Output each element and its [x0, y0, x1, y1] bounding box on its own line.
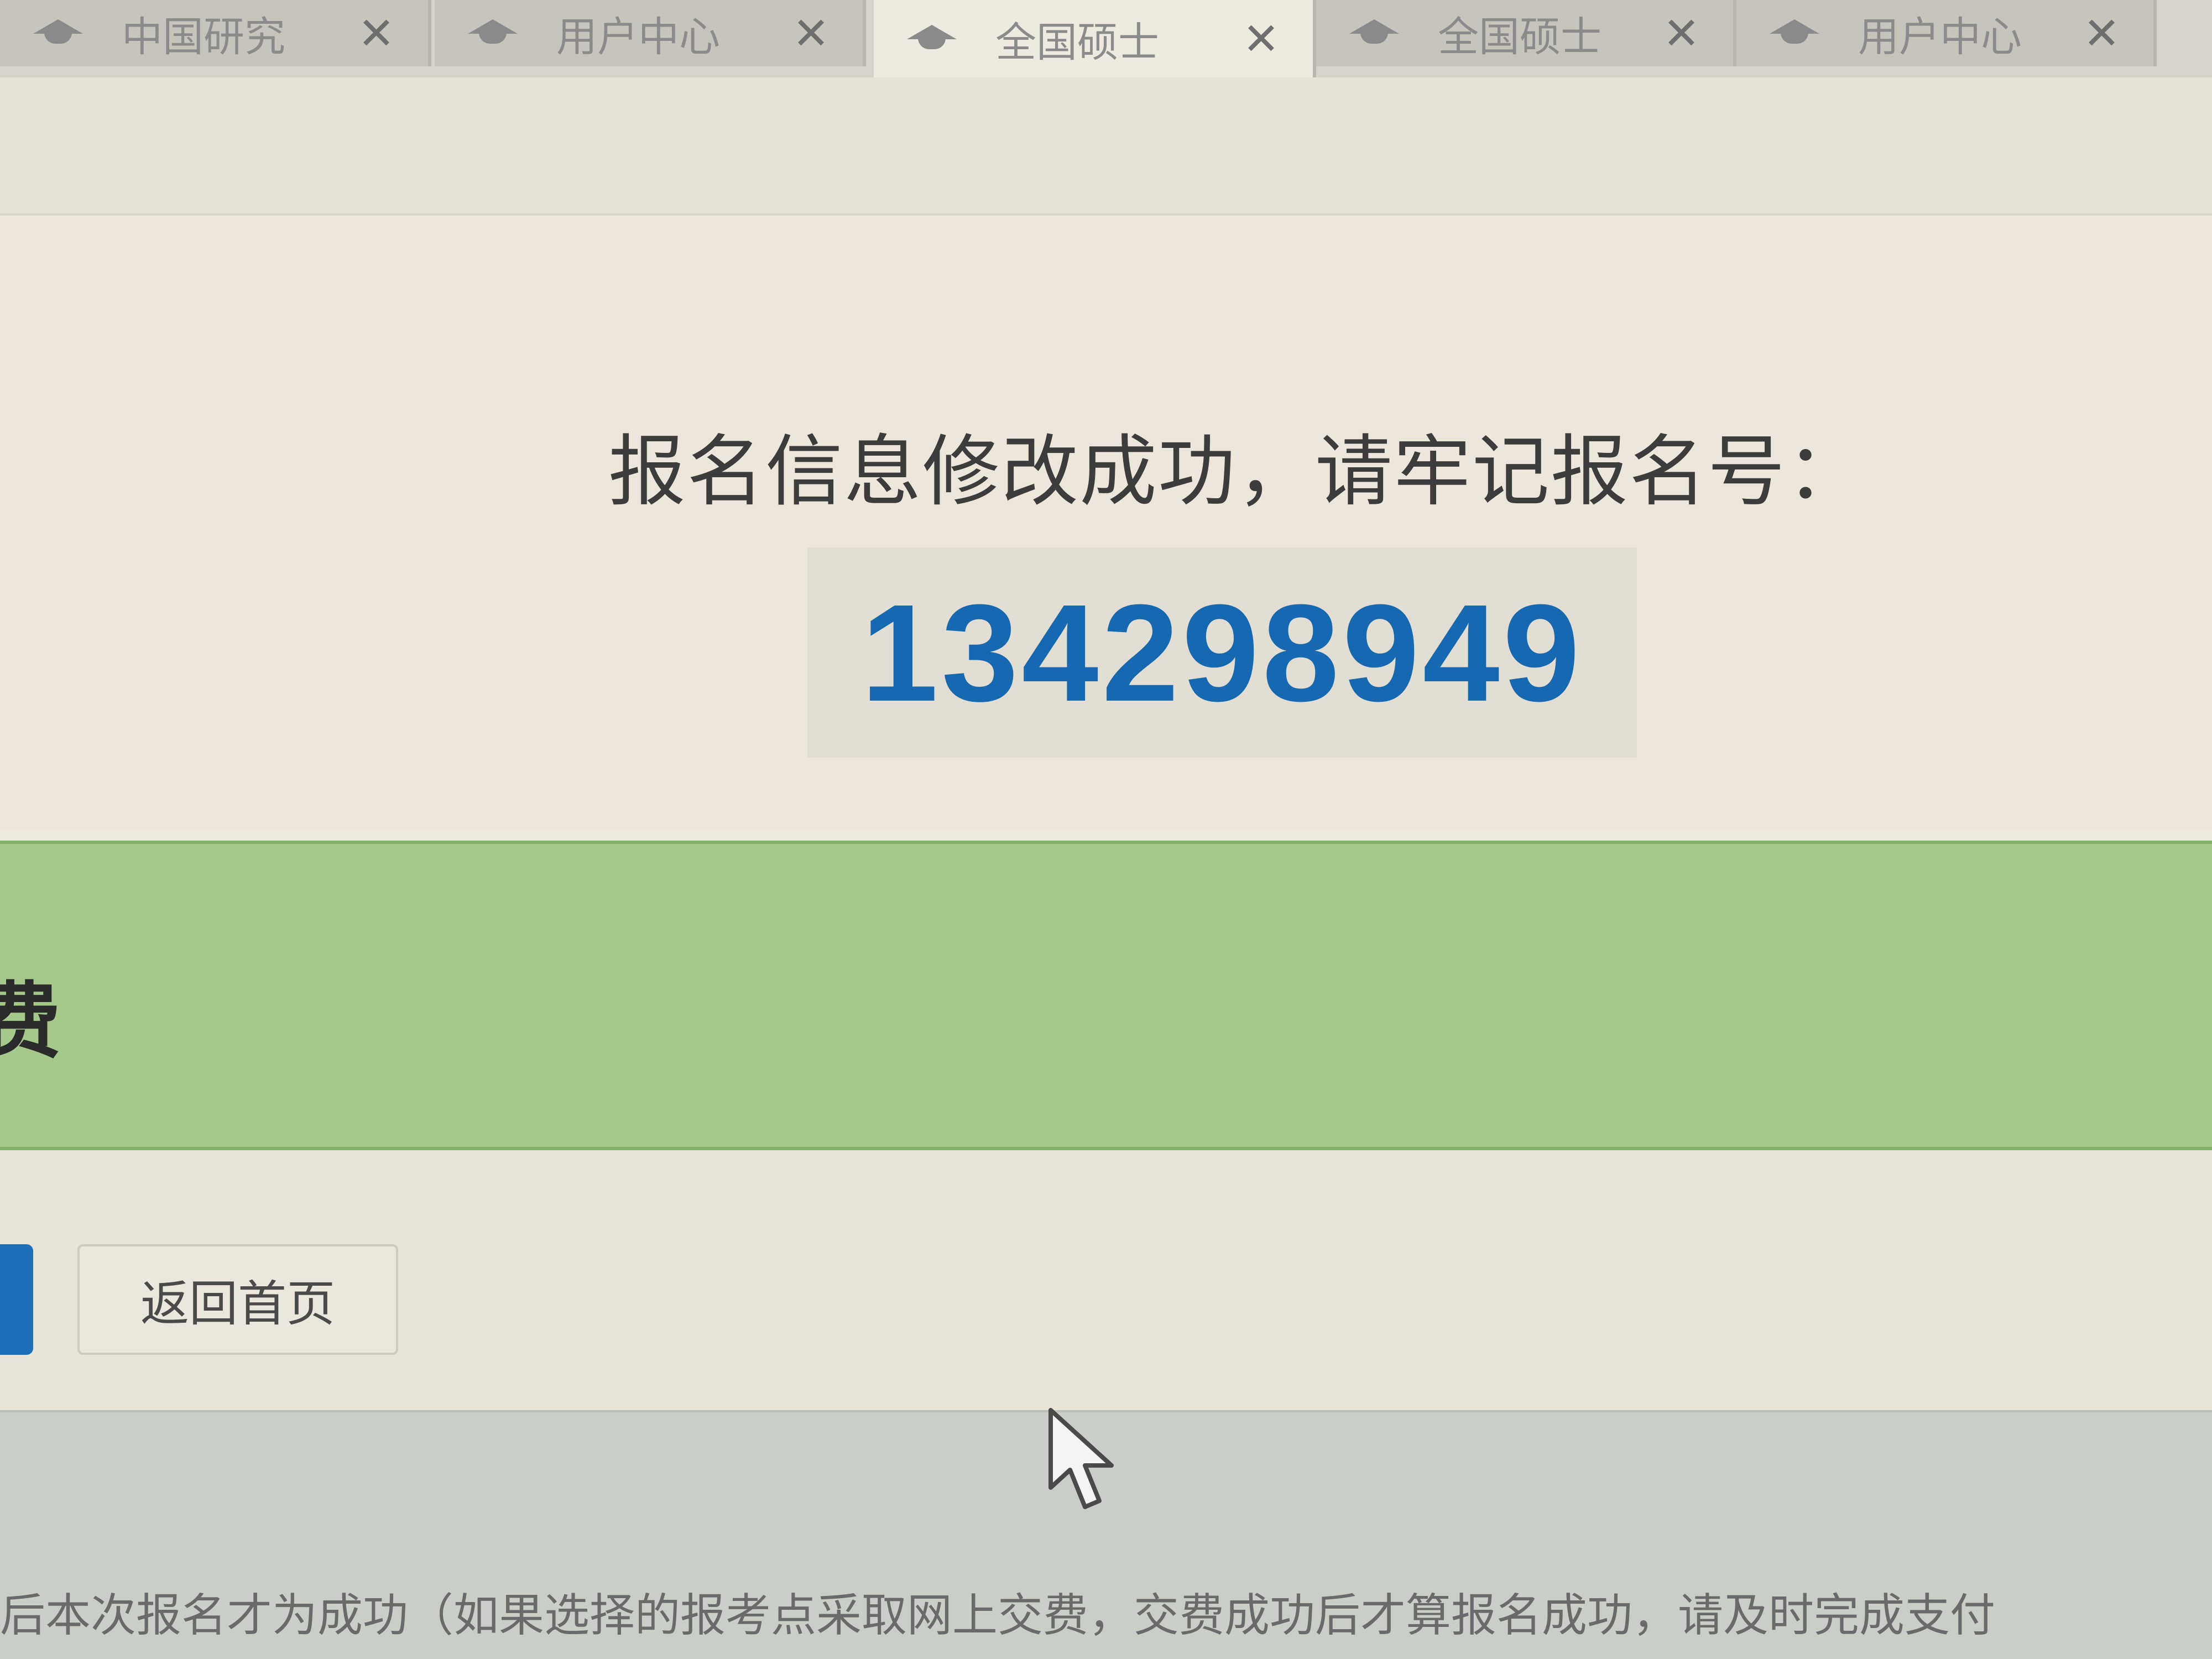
- graduation-cap-icon: [1349, 19, 1399, 47]
- success-message: 报名信息修改成功，请牢记报名号：: [608, 427, 1865, 517]
- close-icon[interactable]: ✕: [1663, 8, 1700, 59]
- close-icon[interactable]: ✕: [2083, 8, 2120, 59]
- graduation-cap-icon: [33, 19, 83, 47]
- close-icon[interactable]: ✕: [792, 8, 830, 59]
- tab-label: 用户中心: [556, 13, 720, 61]
- tab-label: 全国硕士: [995, 18, 1159, 66]
- browser-screen: 中国研究 ✕ 用户中心 ✕ 全国硕士 ✕ 全国硕士 ✕ 用户中心 ✕ 报名信息修…: [0, 0, 2212, 1659]
- close-icon[interactable]: ✕: [358, 8, 395, 59]
- tab-china-research[interactable]: 中国研究 ✕: [0, 0, 431, 66]
- primary-button[interactable]: [0, 1244, 33, 1355]
- tab-label: 中国研究: [122, 13, 285, 61]
- tab-national-master-active[interactable]: 全国硕士 ✕: [874, 0, 1316, 77]
- action-bar: 返回首页: [0, 1150, 2212, 1410]
- tab-label: 全国硕士: [1438, 13, 1601, 61]
- tab-national-master[interactable]: 全国硕士 ✕: [1316, 0, 1736, 66]
- graduation-cap-icon: [1770, 19, 1819, 47]
- tab-bar: 中国研究 ✕ 用户中心 ✕ 全国硕士 ✕ 全国硕士 ✕ 用户中心 ✕: [0, 0, 2212, 77]
- page-header-strip: [0, 77, 2212, 216]
- payment-section-header: 费: [0, 841, 2212, 1150]
- notice-text: 后本次报名才为成功（如果选择的报考点采取网上交费，交费成功后才算报名成功，请及时…: [0, 1589, 1996, 1642]
- close-icon[interactable]: ✕: [1243, 13, 1280, 65]
- return-home-button[interactable]: 返回首页: [77, 1244, 398, 1355]
- tab-user-center[interactable]: 用户中心 ✕: [435, 0, 866, 66]
- section-title: 费: [0, 974, 61, 1070]
- graduation-cap-icon: [907, 25, 957, 53]
- mouse-pointer-icon: [1048, 1408, 1114, 1509]
- registration-number: 134298949: [861, 575, 1583, 730]
- tab-user-center-2[interactable]: 用户中心 ✕: [1736, 0, 2157, 66]
- tab-label: 用户中心: [1858, 13, 2022, 61]
- registration-number-box: 134298949: [807, 547, 1637, 758]
- graduation-cap-icon: [468, 19, 518, 47]
